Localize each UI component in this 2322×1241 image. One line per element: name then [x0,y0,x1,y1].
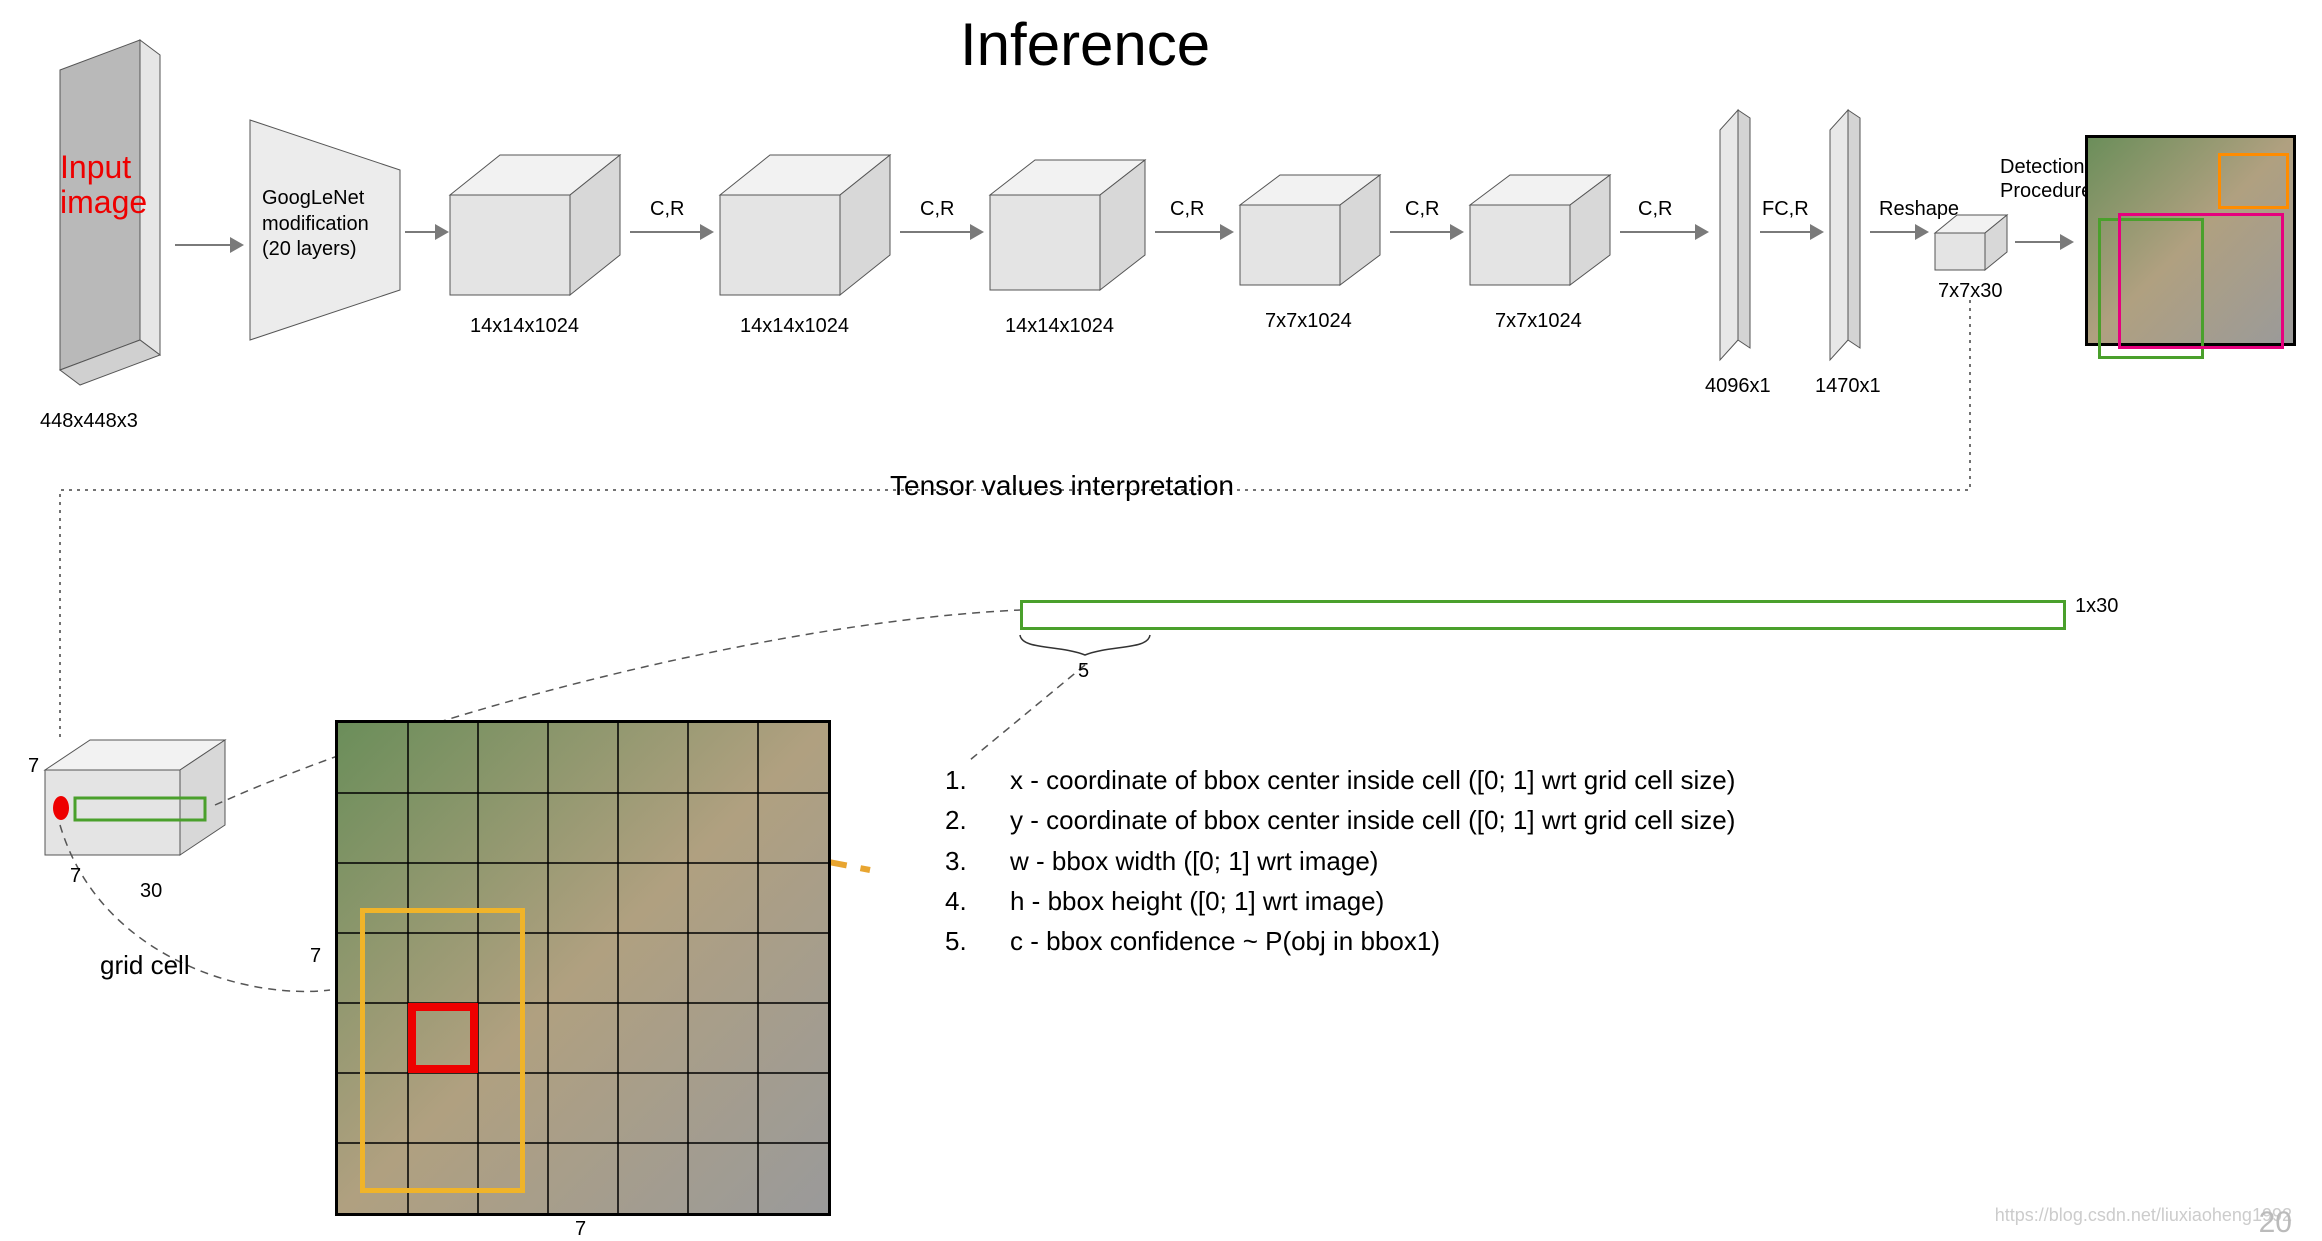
list-num: 5. [945,921,1010,961]
op4-label: C,R [1405,198,1439,221]
fc2-dim: 1470x1 [1815,375,1881,398]
fc-op1-label: FC,R [1762,198,1809,221]
block4-dim: 7x7x1024 [1265,310,1352,333]
list-num: 1. [945,760,1010,800]
backbone-layers: (20 layers) [262,238,356,261]
vector-dim-label: 1x30 [2075,595,2118,618]
output-tensor-dim: 7x7x30 [1938,280,2003,303]
output-detection-image [2085,135,2296,346]
grid-w-label: 7 [575,1218,586,1241]
input-image-label: Input image [60,150,160,220]
interpretation-list: 1.x - coordinate of bbox center inside c… [945,760,1735,961]
op5-label: C,R [1638,198,1672,221]
op3-label: C,R [1170,198,1204,221]
list-text: y - coordinate of bbox center inside cel… [1010,805,1735,835]
block5-dim: 7x7x1024 [1495,310,1582,333]
input-dim-label: 448x448x3 [40,410,138,433]
list-num: 4. [945,881,1010,921]
detection-procedure-label: Detection Procedure [2000,155,2090,203]
grid-cell-image [335,720,831,1216]
list-text: h - bbox height ([0; 1] wrt image) [1010,886,1384,916]
block1-dim: 14x14x1024 [470,315,579,338]
list-num: 2. [945,800,1010,840]
list-text: x - coordinate of bbox center inside cel… [1010,765,1735,795]
vector-brace-label: 5 [1078,660,1089,683]
tensor-w-label: 7 [70,865,81,888]
list-text: c - bbox confidence ~ P(obj in bbox1) [1010,926,1440,956]
slide-number: 20 [2259,1206,2292,1240]
section2-title: Tensor values interpretation [890,470,1234,502]
list-num: 3. [945,841,1010,881]
block2-dim: 14x14x1024 [740,315,849,338]
watermark-text: https://blog.csdn.net/liuxiaoheng1992 [1995,1205,2292,1226]
tensor-vector-bar [1020,600,2066,630]
tensor-d-label: 30 [140,880,162,903]
grid-cell-label: grid cell [100,950,190,981]
list-text: w - bbox width ([0; 1] wrt image) [1010,846,1378,876]
reshape-label: Reshape [1879,198,1959,221]
op2-label: C,R [920,198,954,221]
block3-dim: 14x14x1024 [1005,315,1114,338]
grid-h-label: 7 [310,945,321,968]
fc1-dim: 4096x1 [1705,375,1771,398]
backbone-name: GoogLeNet modification [262,185,392,237]
op1-label: C,R [650,198,684,221]
tensor-h-label: 7 [28,755,39,778]
